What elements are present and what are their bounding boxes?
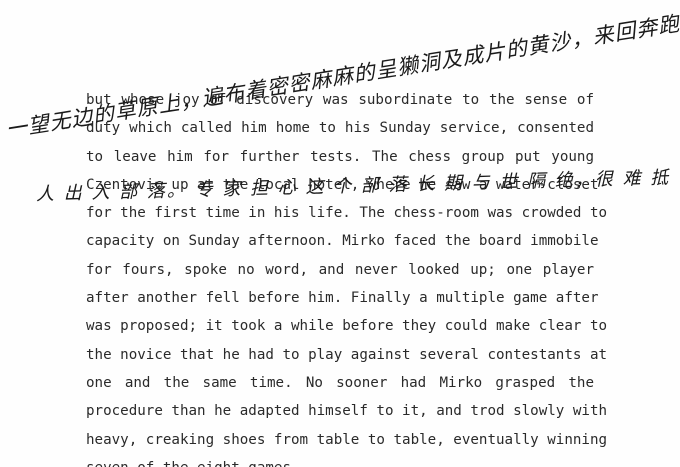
text-line-14: seven of the eight games. — [86, 454, 594, 467]
document-page: but whose joy of discovery was subordina… — [0, 0, 680, 467]
book-excerpt: but whose joy of discovery was subordina… — [86, 86, 608, 467]
text-line-10: the novice that he had to play against s… — [86, 346, 608, 363]
text-line-6: capacity on Sunday afternoon. Mirko face… — [86, 233, 599, 250]
text-line-11: one and the same time. No sooner had Mir… — [86, 374, 594, 391]
text-line-5: for the first time in his life. The ches… — [86, 205, 608, 222]
text-line-12: procedure than he adapted himself to it,… — [86, 403, 608, 420]
text-line-9: was proposed; it took a while before the… — [86, 318, 608, 335]
text-line-7: for fours, spoke no word, and never look… — [86, 261, 594, 278]
text-line-8: after another fell before him. Finally a… — [86, 290, 599, 307]
text-line-13: heavy, creaking shoes from table to tabl… — [86, 431, 608, 448]
